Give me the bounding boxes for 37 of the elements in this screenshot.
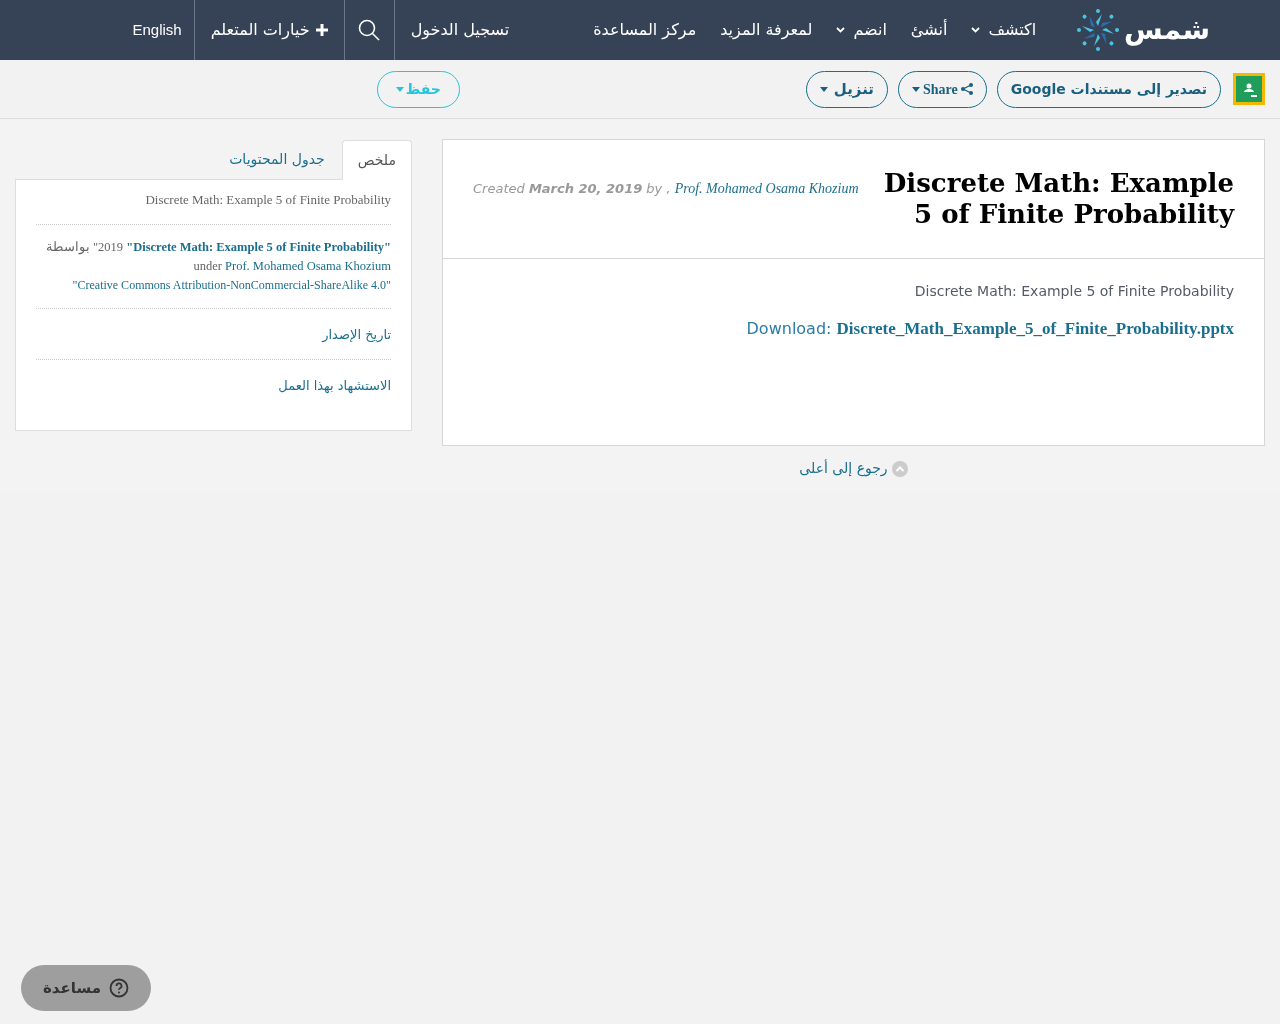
back-to-top-link[interactable]: رجوع إلى أعلى — [799, 458, 908, 479]
nav-link[interactable]: انضم — [836, 18, 887, 42]
chevron-up-icon — [891, 460, 908, 477]
download-file-link[interactable]: Discrete_Math_Example_5_of_Finite_Probability.pptx — [836, 319, 1234, 338]
sidebar-link[interactable]: تاريخ الإصدار — [322, 326, 391, 342]
plus-icon — [315, 24, 328, 36]
caret-icon — [971, 27, 981, 33]
help-button[interactable]: مساعدة — [21, 965, 151, 1011]
caret-icon — [395, 86, 404, 92]
license-link[interactable]: "Creative Commons Attribution-NonCommercial-ShareAlike 4.0" — [72, 277, 391, 292]
question-icon — [108, 978, 129, 998]
search-icon — [358, 19, 381, 41]
caret-icon — [819, 86, 828, 92]
sidebar-link[interactable]: الاستشهاد بهذا العمل — [278, 377, 391, 393]
language-link[interactable]: English — [120, 18, 194, 42]
created-byline: Created March 20, 2019 by , Prof. Mohamed Osama Khozium — [473, 180, 859, 198]
share-icon — [960, 83, 973, 95]
site-logo[interactable]: شمس — [1076, 8, 1210, 52]
resource-title: Discrete Math: Example 5 of Finite Probability — [882, 168, 1234, 230]
tab[interactable]: ملخص — [341, 140, 412, 180]
caret-icon — [911, 86, 920, 92]
login-link[interactable]: تسجيل الدخول — [393, 0, 526, 60]
author-link[interactable]: Prof. Mohamed Osama Khozium — [674, 181, 859, 196]
tab[interactable]: جدول المحتويات — [212, 139, 342, 179]
nav-link[interactable]: لمعرفة المزيد — [720, 18, 813, 42]
download-text: Download: Discrete_Math_Example_5_of_Finite_Probability.pptx — [746, 318, 1234, 340]
starburst-icon — [1076, 8, 1121, 52]
nav-link[interactable]: أنشئ — [910, 18, 948, 42]
learner-options-link[interactable]: خيارات المتعلم — [193, 0, 344, 60]
caret-icon — [836, 27, 846, 33]
classroom-icon[interactable] — [1233, 73, 1265, 105]
nav-link[interactable]: اكتشف — [971, 18, 1037, 42]
author-link[interactable]: Prof. Mohamed Osama Khozium — [225, 258, 391, 273]
nav-link[interactable]: مركز المساعدة — [593, 18, 697, 42]
resource-description: Discrete Math: Example 5 of Finite Probability — [914, 282, 1234, 301]
resource-title-link[interactable]: "Discrete Math: Example 5 of Finite Probability" — [126, 239, 391, 254]
summary-text: Discrete Math: Example 5 of Finite Probability — [36, 190, 391, 225]
